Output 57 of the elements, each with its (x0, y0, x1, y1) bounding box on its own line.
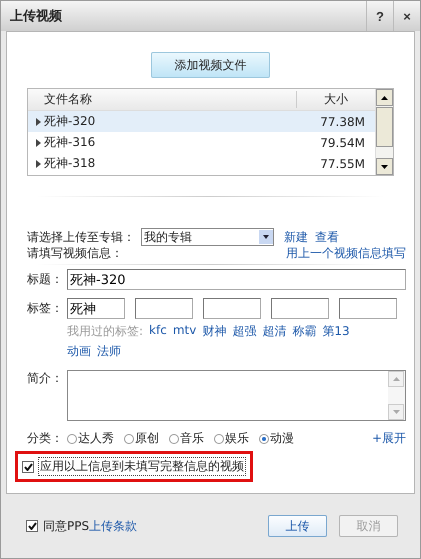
file-row[interactable]: 死神-320 77.38M (28, 111, 375, 132)
category-radio[interactable]: 原创 (124, 430, 159, 447)
category-radio[interactable]: 音乐 (169, 430, 204, 447)
file-name: 死神-320 (44, 113, 96, 130)
tag-link[interactable]: 称霸 (292, 323, 316, 340)
tag-field[interactable] (271, 298, 329, 319)
file-size: 79.54M (319, 136, 366, 150)
info-heading: 请填写视频信息： (27, 245, 123, 261)
up-arrow-icon (392, 377, 400, 381)
up-arrow-icon (381, 96, 388, 100)
title-field[interactable]: 死神-320 (67, 269, 406, 290)
tag-field[interactable] (135, 298, 193, 319)
expand-icon (36, 160, 41, 168)
file-name: 死神-318 (44, 155, 96, 172)
tag-link[interactable]: 超清 (262, 323, 286, 340)
tag-link[interactable]: 财神 (202, 323, 226, 340)
tag-field[interactable]: 死神 (67, 298, 125, 319)
title-label: 标题： (27, 271, 64, 288)
terms-link[interactable]: 上传条款 (89, 518, 138, 534)
upload-button[interactable]: 上传 (268, 515, 327, 537)
tags-label: 标签： (27, 300, 64, 317)
tag-field[interactable] (339, 298, 397, 319)
scrollbar[interactable] (375, 89, 393, 175)
tag-link[interactable]: 超强 (232, 323, 256, 340)
album-dropdown[interactable]: 我的专辑 (141, 228, 274, 246)
category-radio[interactable]: 娱乐 (214, 430, 249, 447)
tag-link[interactable]: mtv (172, 323, 196, 340)
file-size: 77.38M (319, 114, 366, 128)
add-video-button[interactable]: 添加视频文件 (151, 52, 270, 78)
file-size: 77.55M (319, 156, 366, 170)
album-link[interactable]: 新建 (284, 228, 308, 246)
description-field[interactable] (67, 370, 406, 421)
down-arrow-icon (392, 410, 400, 414)
tag-field[interactable] (203, 298, 261, 319)
column-header: 文件名称 (43, 91, 93, 108)
tag-link[interactable]: 第13 (322, 323, 350, 340)
agree-label: 同意PPS (43, 518, 90, 534)
expand-icon (36, 138, 41, 146)
description-label: 简介： (27, 370, 64, 387)
tag-link[interactable]: kfc (149, 323, 167, 340)
apply-all-label[interactable]: 应用以上信息到未填写完整信息的视频 (38, 457, 246, 476)
category-label: 分类： (27, 430, 64, 447)
expand-link[interactable]: +展开 (372, 430, 406, 447)
used-tags-label: 我用过的标签: (67, 323, 144, 340)
category-radio[interactable]: 动漫 (259, 430, 294, 447)
down-arrow-icon (381, 164, 388, 168)
checkbox[interactable] (22, 460, 34, 472)
category-radio[interactable]: 达人秀 (67, 430, 114, 447)
tag-link[interactable]: 动画 (67, 343, 91, 360)
file-name: 死神-316 (44, 134, 96, 151)
album-link[interactable]: 查看 (315, 228, 339, 246)
window-title: 上传视频 (10, 8, 63, 25)
fill-from-previous-link[interactable]: 用上一个视频信息填写 (286, 245, 406, 261)
checkbox[interactable] (26, 520, 38, 532)
tag-link[interactable]: 法师 (97, 343, 121, 360)
album-label: 请选择上传至专辑： (27, 228, 135, 246)
expand-icon (36, 118, 41, 126)
